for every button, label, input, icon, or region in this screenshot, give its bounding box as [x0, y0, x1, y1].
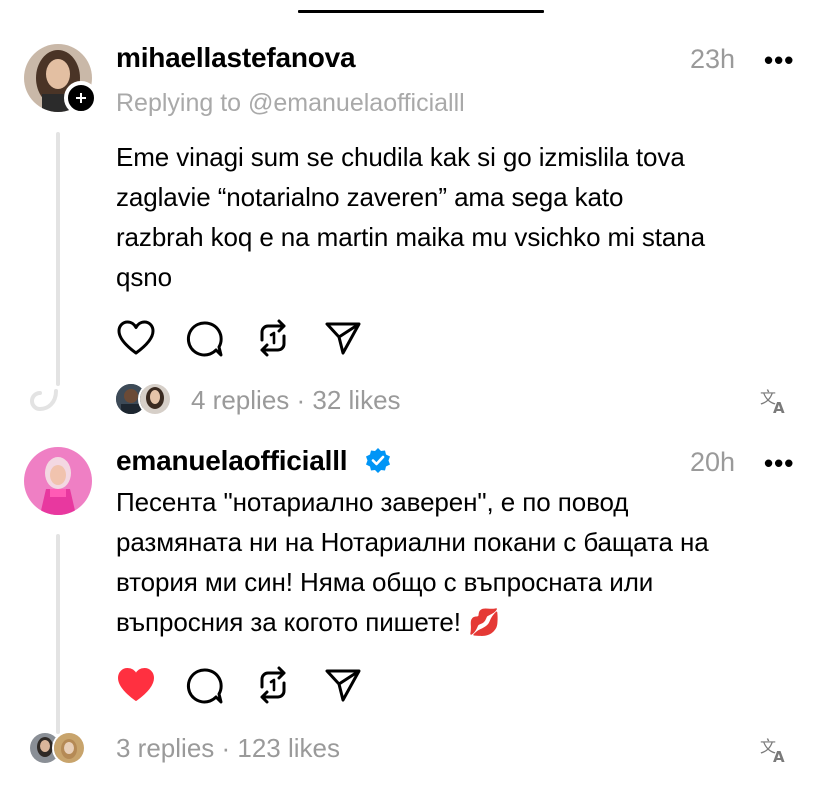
repost-icon[interactable] — [254, 318, 292, 358]
replying-to[interactable]: Replying to @emanuelaofficialll — [116, 89, 465, 118]
send-icon[interactable] — [324, 667, 362, 703]
svg-text:A: A — [773, 748, 785, 765]
more-icon[interactable]: ••• — [764, 450, 794, 476]
replies-likes-count[interactable]: 4 replies · 32 likes — [191, 385, 401, 416]
send-icon[interactable] — [324, 320, 362, 356]
repost-icon[interactable] — [254, 665, 292, 705]
heart-icon[interactable] — [117, 320, 155, 356]
timestamp: 20h — [690, 447, 736, 477]
verified-badge-icon — [366, 448, 390, 473]
top-handle-bar — [298, 10, 544, 13]
follow-plus-icon[interactable] — [64, 81, 98, 115]
timestamp: 23h — [690, 44, 736, 74]
comment-body: Песента "нотариално заверен", е по повод… — [116, 487, 709, 637]
replier-avatar — [52, 731, 86, 765]
comment-bubble-icon[interactable] — [186, 667, 224, 705]
thread-line — [56, 132, 60, 386]
username[interactable]: emanuelaofficialll — [116, 445, 348, 477]
replier-avatar — [138, 382, 172, 416]
thread-line — [56, 534, 60, 734]
replies-likes-count[interactable]: 3 replies · 123 likes — [116, 733, 340, 764]
translate-icon[interactable]: 文 A — [759, 733, 791, 765]
username[interactable]: mihaellastefanova — [116, 42, 356, 74]
comment-body: Eme vinagi sum se chudila kak si go izmi… — [116, 142, 706, 292]
translate-icon[interactable]: 文 A — [759, 384, 791, 416]
thread-curve-icon — [30, 389, 58, 412]
comment-bubble-icon[interactable] — [186, 320, 224, 358]
svg-text:A: A — [773, 399, 785, 416]
more-icon[interactable]: ••• — [764, 47, 794, 73]
avatar[interactable] — [24, 447, 92, 515]
heart-icon[interactable] — [117, 667, 155, 703]
